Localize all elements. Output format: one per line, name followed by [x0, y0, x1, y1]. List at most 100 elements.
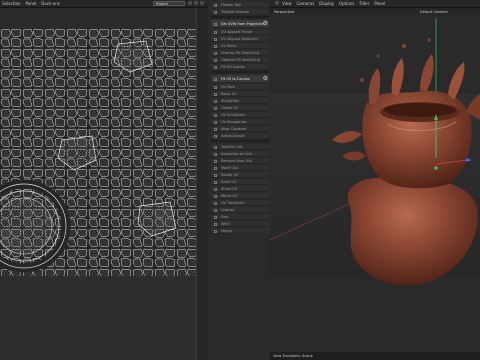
tool-icon [214, 127, 217, 131]
tool-item[interactable]: Island Layout [211, 133, 269, 139]
tool-item-label: UV Reorganize [221, 120, 247, 124]
tool-icon [214, 99, 217, 103]
tool-item[interactable]: UV Aligned Spherical [211, 36, 269, 42]
tool-icon [214, 51, 217, 55]
tool-item[interactable]: UV Relax [211, 43, 269, 49]
tool-item[interactable]: Unwrap [211, 207, 269, 213]
tool-icon [214, 215, 217, 219]
menu-panel-right[interactable]: Panel [374, 1, 385, 6]
uv-islands-graphic [0, 28, 196, 276]
tool-item-label: Island Layout [221, 134, 245, 138]
toolbar-icon[interactable] [194, 1, 198, 5]
tool-item[interactable]: Relax UV [211, 91, 269, 97]
tool-item[interactable]: Triangle Unwrap [211, 9, 269, 15]
tool-item[interactable]: Flatten Tool [211, 2, 269, 8]
tool-item[interactable]: UV Pack [211, 84, 269, 90]
tool-icon [214, 208, 217, 212]
toolbar-icon[interactable] [188, 1, 192, 5]
tool-item[interactable]: Unwrap Fill Stretching [211, 50, 269, 56]
tool-item-label: Scale UV [221, 180, 237, 184]
tool-item-label: Fill UV Islands [221, 65, 246, 69]
tool-item[interactable]: Shear UV [211, 186, 269, 192]
tool-icon [214, 173, 217, 177]
tool-item-label: Transfer UVs [221, 145, 243, 149]
gear-icon[interactable]: ⚙ [263, 75, 268, 82]
tool-item-label: UV Aligned Spherical [221, 37, 258, 41]
tool-item-label: Fit UV to Canvas [221, 77, 250, 81]
tool-icon [214, 152, 217, 156]
tool-item[interactable]: Merge [211, 228, 269, 234]
tool-group-separator [211, 71, 269, 73]
tool-item-label: Triangle Unwrap [221, 10, 250, 14]
tool-item-label: UV Pack [221, 85, 236, 89]
tool-item-label: Remove from UVs [221, 159, 253, 163]
3d-viewport[interactable]: Perspective Default Camera Move [270, 8, 480, 360]
tool-item[interactable]: Normalize to Grid [211, 151, 269, 157]
tool-item[interactable]: Move UVs [211, 165, 269, 171]
tool-item[interactable]: Fit UV to Canvas ⚙ [211, 75, 269, 83]
tool-item[interactable]: Set UVW from Projection ⚙ [211, 20, 269, 28]
tool-item[interactable]: UV Straighten [211, 112, 269, 118]
tool-item[interactable]: Scale UV [211, 179, 269, 185]
tool-icon [214, 92, 217, 96]
tool-item-label: Unwrap Fill Stretching [221, 51, 260, 55]
tool-item[interactable]: UV Aligned Planar [211, 29, 269, 35]
tool-item[interactable]: Mirror UV [211, 193, 269, 199]
tool-item[interactable]: Straighten [211, 98, 269, 104]
toolbar-icon[interactable] [200, 1, 204, 5]
gear-icon[interactable]: ⚙ [263, 20, 268, 27]
tool-item[interactable]: Optimal Fill Stretching [211, 57, 269, 63]
menu-dock-ons[interactable]: Dock-ons [41, 1, 60, 6]
tool-item[interactable]: Orient UV [211, 105, 269, 111]
tool-item[interactable]: Fill UV Islands [211, 64, 269, 70]
tool-item-label: UV Transform [221, 201, 245, 205]
menu-right: View Cameras Display Options Filter Pane… [282, 1, 385, 6]
tool-item-label: Set UVW from Projection [221, 22, 264, 26]
project-select[interactable]: Project [153, 1, 185, 6]
uv-canvas[interactable] [0, 28, 196, 276]
tool-icon [214, 201, 217, 205]
tool-item-label: Orient UV [221, 106, 238, 110]
tool-item[interactable]: UV Reorganize [211, 119, 269, 125]
tool-item[interactable]: UV Transform [211, 200, 269, 206]
tool-item-label: Weld [221, 222, 230, 226]
tool-item-label: UV Aligned Planar [221, 30, 253, 34]
tool-icon [214, 22, 217, 26]
tool-item[interactable]: Rotate UV [211, 172, 269, 178]
tool-item-label: UV Relax [221, 44, 237, 48]
menu-filter[interactable]: Filter [359, 1, 369, 6]
tool-item-label: Move UVs [221, 166, 239, 170]
tool-item-label: Shear UV [221, 187, 238, 191]
tool-item-label: Optimal Fill Stretching [221, 58, 260, 62]
uv-editor-panel [0, 8, 196, 360]
tool-item[interactable]: Weld [211, 221, 269, 227]
tool-item-label: Unwrap [221, 208, 235, 212]
uv-editor-footer [0, 276, 196, 360]
menu-panel[interactable]: Panel [25, 1, 36, 6]
tool-icon [214, 106, 217, 110]
tool-icon [214, 44, 217, 48]
tool-icon [214, 145, 217, 149]
toolbar-icon[interactable] [275, 1, 279, 5]
tool-icon [214, 194, 217, 198]
tool-item[interactable]: Remove from UVs [211, 158, 269, 164]
tool-icon [214, 229, 217, 233]
tool-group-separator [211, 140, 269, 142]
tool-item-label: Align Coplanar [221, 127, 247, 131]
tool-icon [214, 85, 217, 89]
menu-view[interactable]: View [282, 1, 292, 6]
uv-tools-panel: Flatten Tool Triangle Unwrap Set UVW from … [208, 0, 270, 360]
tool-icon [214, 77, 217, 81]
tool-item[interactable]: Transfer UVs [211, 144, 269, 150]
tool-item-label: Rotate UV [221, 173, 239, 177]
tool-item[interactable]: Sew [211, 214, 269, 220]
viewport-footer: View Transform: Scene [270, 352, 480, 360]
tool-item[interactable]: Align Coplanar [211, 126, 269, 132]
tool-icon [214, 159, 217, 163]
menu-selection[interactable]: Selection [2, 1, 20, 6]
menu-options[interactable]: Options [339, 1, 354, 6]
tool-item-label: Flatten Tool [221, 3, 242, 7]
menu-display[interactable]: Display [319, 1, 334, 6]
menu-cameras[interactable]: Cameras [297, 1, 315, 6]
view-transform-label: View Transform: Scene [273, 354, 313, 358]
